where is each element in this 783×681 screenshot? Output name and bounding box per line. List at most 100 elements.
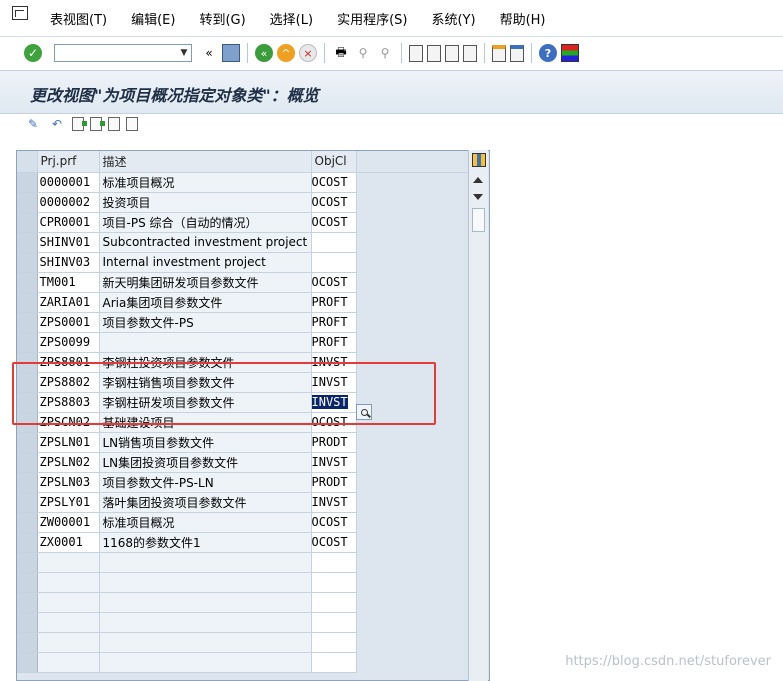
cell-description[interactable]: LN集团投资项目参数文件 — [99, 452, 312, 473]
scroll-down-icon[interactable] — [473, 194, 483, 200]
table-settings-icon[interactable] — [472, 153, 486, 167]
cell-objcl[interactable]: OCOST — [311, 512, 357, 533]
cell-prj-profile[interactable]: ZPSLN02 — [37, 452, 100, 473]
cell-prj-profile[interactable] — [37, 632, 100, 653]
cell-objcl[interactable] — [311, 232, 357, 253]
row-selector[interactable] — [17, 312, 38, 333]
copy-as-icon[interactable] — [90, 117, 105, 131]
cell-objcl[interactable] — [311, 652, 357, 673]
cell-objcl[interactable] — [311, 632, 357, 653]
row-selector[interactable] — [17, 492, 38, 513]
next-page-icon[interactable] — [445, 44, 459, 62]
cell-prj-profile[interactable]: ZPS0001 — [37, 312, 100, 333]
find-next-icon[interactable]: ⚲ — [376, 44, 394, 62]
row-selector[interactable] — [17, 652, 38, 673]
cell-objcl[interactable]: OCOST — [311, 172, 357, 193]
cell-description[interactable] — [99, 332, 312, 353]
cell-description[interactable]: 项目参数文件-PS-LN — [99, 472, 312, 493]
cell-objcl[interactable] — [311, 552, 357, 573]
row-selector[interactable] — [17, 192, 38, 213]
exit-icon[interactable]: ^ — [277, 44, 295, 62]
row-selector[interactable] — [17, 252, 38, 273]
save-icon[interactable] — [222, 44, 240, 62]
cell-description[interactable]: LN销售项目参数文件 — [99, 432, 312, 453]
row-selector[interactable] — [17, 572, 38, 593]
cell-description[interactable]: 项目-PS 综合（自动的情况） — [99, 212, 312, 233]
cell-description[interactable] — [99, 572, 312, 593]
enter-icon[interactable]: ✓ — [24, 44, 42, 62]
cell-prj-profile[interactable] — [37, 612, 100, 633]
cell-description[interactable]: Aria集团项目参数文件 — [99, 292, 312, 313]
display-change-icon[interactable]: ✎ — [24, 115, 42, 133]
system-menu-icon[interactable] — [12, 6, 28, 20]
cell-prj-profile[interactable]: SHINV01 — [37, 232, 100, 253]
row-selector[interactable] — [17, 292, 38, 313]
column-header-objcl[interactable]: ObjCl — [311, 151, 357, 173]
row-selector[interactable] — [17, 172, 38, 193]
undo-icon[interactable]: ↶ — [48, 115, 66, 133]
cell-objcl[interactable]: OCOST — [311, 532, 357, 553]
previous-page-icon[interactable] — [427, 44, 441, 62]
cell-description[interactable] — [99, 592, 312, 613]
cell-description[interactable] — [99, 612, 312, 633]
cell-objcl[interactable]: OCOST — [311, 212, 357, 233]
cell-description[interactable]: 投资项目 — [99, 192, 312, 213]
cell-description[interactable]: 1168的参数文件1 — [99, 532, 312, 553]
select-all-rows-button[interactable] — [17, 151, 38, 173]
cell-prj-profile[interactable] — [37, 572, 100, 593]
row-selector[interactable] — [17, 272, 38, 293]
vertical-scrollbar[interactable] — [468, 150, 488, 681]
scroll-up-icon[interactable] — [473, 177, 483, 183]
cell-description[interactable] — [99, 632, 312, 653]
menu-table-view[interactable]: 表视图(T) — [38, 9, 119, 28]
find-icon[interactable]: ⚲ — [354, 44, 372, 62]
scroll-thumb[interactable] — [472, 208, 485, 232]
cell-description[interactable]: 项目参数文件-PS — [99, 312, 312, 333]
cell-description[interactable]: 标准项目概况 — [99, 512, 312, 533]
row-selector[interactable] — [17, 632, 38, 653]
menu-help[interactable]: 帮助(H) — [488, 9, 558, 28]
cell-prj-profile[interactable] — [37, 592, 100, 613]
cell-objcl[interactable]: OCOST — [311, 192, 357, 213]
cancel-icon[interactable]: × — [299, 44, 317, 62]
customize-layout-icon[interactable] — [561, 44, 579, 62]
menu-system[interactable]: 系统(Y) — [419, 9, 487, 28]
back-icon[interactable]: « — [255, 44, 273, 62]
row-selector[interactable] — [17, 432, 38, 453]
cell-objcl[interactable] — [311, 572, 357, 593]
cell-prj-profile[interactable]: CPR0001 — [37, 212, 100, 233]
cell-prj-profile[interactable]: ZPSLN01 — [37, 432, 100, 453]
row-selector[interactable] — [17, 472, 38, 493]
print-icon[interactable]: 🖶 — [332, 44, 350, 62]
cell-prj-profile[interactable]: ZARIA01 — [37, 292, 100, 313]
cell-objcl[interactable]: PRODT — [311, 472, 357, 493]
new-entries-icon[interactable] — [72, 117, 87, 131]
cell-objcl[interactable]: INVST — [311, 492, 357, 513]
cell-objcl[interactable]: PRODT — [311, 432, 357, 453]
row-selector[interactable] — [17, 552, 38, 573]
cell-description[interactable] — [99, 552, 312, 573]
cell-prj-profile[interactable]: SHINV03 — [37, 252, 100, 273]
row-selector[interactable] — [17, 452, 38, 473]
cell-prj-profile[interactable]: ZPSLN03 — [37, 472, 100, 493]
row-selector[interactable] — [17, 612, 38, 633]
cell-objcl[interactable] — [311, 612, 357, 633]
cell-description[interactable] — [99, 652, 312, 673]
cell-prj-profile[interactable]: ZX0001 — [37, 532, 100, 553]
last-page-icon[interactable] — [463, 44, 477, 62]
delete-icon[interactable] — [108, 117, 120, 131]
cell-prj-profile[interactable]: TM001 — [37, 272, 100, 293]
row-selector[interactable] — [17, 332, 38, 353]
menu-edit[interactable]: 编辑(E) — [119, 9, 187, 28]
select-all-icon[interactable] — [126, 117, 138, 131]
cell-prj-profile[interactable]: 0000002 — [37, 192, 100, 213]
cell-objcl[interactable]: PROFT — [311, 332, 357, 353]
menu-goto[interactable]: 转到(G) — [187, 9, 257, 28]
cell-description[interactable]: Subcontracted investment project — [99, 232, 312, 253]
cell-prj-profile[interactable]: ZW00001 — [37, 512, 100, 533]
row-selector[interactable] — [17, 532, 38, 553]
back-nav-icon[interactable]: « — [200, 44, 218, 62]
shortcut-icon[interactable] — [510, 44, 524, 62]
cell-objcl[interactable] — [311, 592, 357, 613]
cell-description[interactable]: 标准项目概况 — [99, 172, 312, 193]
